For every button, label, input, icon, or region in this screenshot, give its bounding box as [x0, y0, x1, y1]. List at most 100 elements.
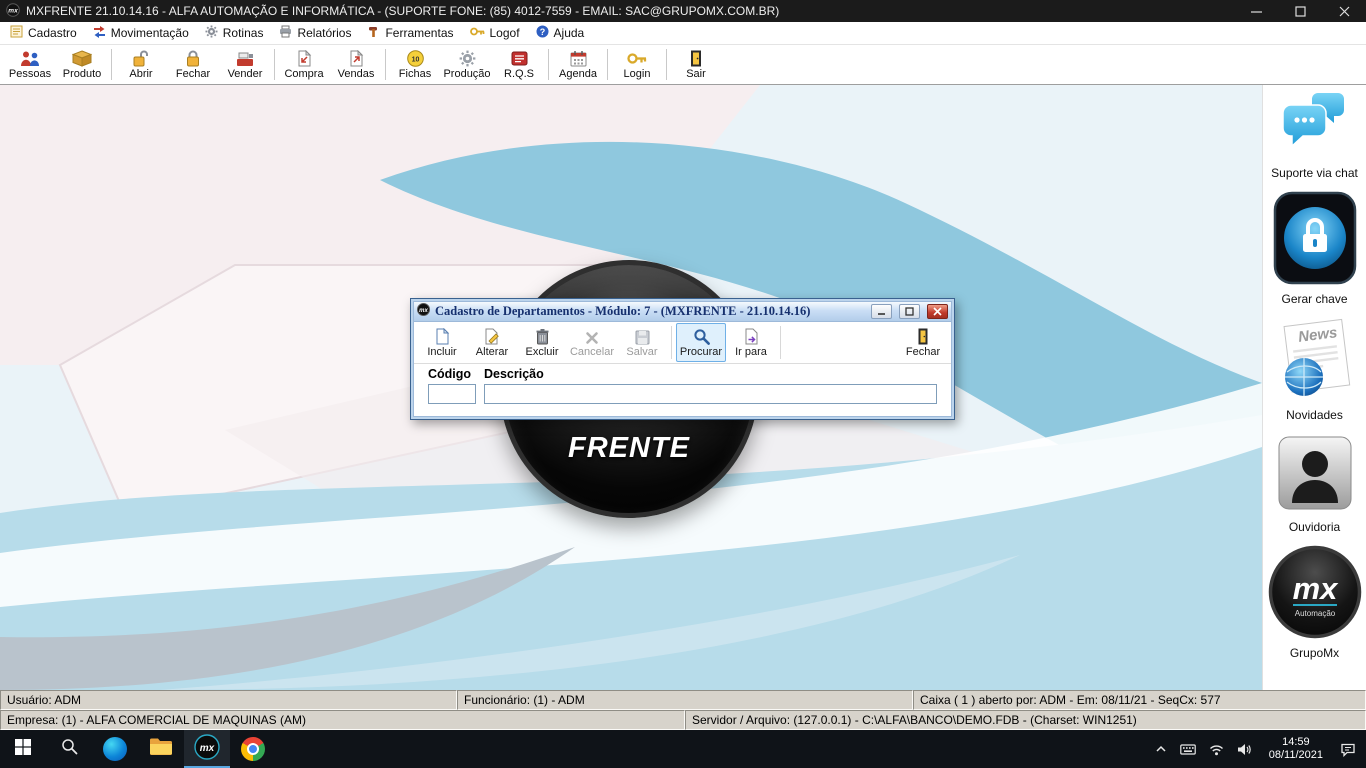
window-titlebar: mx MXFRENTE 21.10.14.16 - ALFA AUTOMAÇÃO…	[0, 0, 1366, 22]
printer-icon	[279, 25, 292, 41]
menu-item-ajuda[interactable]: ? Ajuda	[528, 22, 593, 44]
menu-item-ferramentas[interactable]: Ferramentas	[359, 22, 461, 44]
svg-text:Automação: Automação	[1294, 609, 1335, 618]
edit-pencil-icon	[484, 327, 500, 345]
sidebar-item-label: Gerar chave	[1281, 292, 1347, 306]
toolbar-button-fichas[interactable]: 10 Fichas	[389, 45, 441, 84]
svg-text:mx: mx	[200, 743, 215, 754]
goto-arrow-icon	[744, 327, 759, 345]
svg-text:mx: mx	[1292, 571, 1339, 606]
descricao-input[interactable]	[484, 384, 937, 404]
procurar-button[interactable]: Procurar	[676, 323, 726, 362]
rqs-icon	[511, 49, 528, 67]
question-icon: ?	[536, 25, 549, 41]
toolbar-button-login[interactable]: Login	[611, 45, 663, 84]
hammer-icon	[367, 25, 380, 41]
volume-icon[interactable]	[1237, 743, 1252, 756]
folder-icon	[149, 737, 173, 761]
clock-time: 14:59	[1269, 736, 1323, 749]
tray-chevron-up-icon[interactable]	[1155, 743, 1167, 755]
maximize-icon[interactable]	[1278, 0, 1322, 22]
menu-item-movimentacao[interactable]: Movimentação	[85, 22, 197, 44]
toolbar-button-abrir[interactable]: Abrir	[115, 45, 167, 84]
status-usuario: Usuário: ADM	[0, 690, 457, 710]
ir-para-button[interactable]: Ir para	[726, 323, 776, 362]
key-icon	[470, 25, 485, 41]
toolbar-button-produto[interactable]: Produto	[56, 45, 108, 84]
product-box-icon	[72, 49, 92, 67]
minimize-icon[interactable]	[1234, 0, 1278, 22]
cancel-x-icon	[585, 327, 599, 345]
sidebar-item-label: Suporte via chat	[1271, 166, 1358, 180]
toolbar-button-vender[interactable]: Vender	[219, 45, 271, 84]
toolbar-button-producao[interactable]: Produção	[441, 45, 493, 84]
exit-door-icon	[916, 327, 931, 345]
taskbar-chrome-button[interactable]	[230, 730, 276, 768]
sidebar-item-suporte-via-chat[interactable]: Suporte via chat	[1271, 89, 1358, 180]
padlock-icon	[1273, 191, 1357, 290]
toolbar-button-rqs[interactable]: R.Q.S	[493, 45, 545, 84]
toolbar-button-sair[interactable]: Sair	[670, 45, 722, 84]
person-silhouette-icon	[1275, 433, 1355, 518]
toolbar-button-agenda[interactable]: Agenda	[552, 45, 604, 84]
open-lock-icon	[132, 49, 150, 67]
alterar-button[interactable]: Alterar	[467, 323, 517, 362]
menu-item-relatorios[interactable]: Relatórios	[271, 22, 359, 44]
action-center-icon[interactable]	[1340, 742, 1356, 757]
dialog-minimize-icon[interactable]	[871, 304, 892, 319]
exit-door-icon	[688, 49, 705, 67]
menu-item-rotinas[interactable]: Rotinas	[197, 22, 272, 44]
taskbar-clock[interactable]: 14:59 08/11/2021	[1265, 736, 1327, 762]
news-globe-icon: News	[1274, 317, 1356, 406]
toolbar-button-compra[interactable]: Compra	[278, 45, 330, 84]
trash-icon	[535, 327, 550, 345]
toolbar-button-vendas[interactable]: Vendas	[330, 45, 382, 84]
window-title: MXFRENTE 21.10.14.16 - ALFA AUTOMAÇÃO E …	[26, 4, 779, 18]
menu-bar: Cadastro Movimentação Rotinas Relatórios…	[0, 22, 1366, 45]
clock-icon: 10	[407, 49, 424, 67]
network-icon[interactable]	[1209, 743, 1224, 756]
main-workspace: FRENTE Suporte via chat	[0, 85, 1366, 690]
edge-icon	[103, 737, 127, 761]
mx-logo-icon: mx Automação	[1268, 545, 1362, 644]
close-icon[interactable]	[1322, 0, 1366, 22]
touch-keyboard-icon[interactable]	[1180, 743, 1196, 756]
menu-item-logof[interactable]: Logof	[462, 22, 528, 44]
dialog-titlebar[interactable]: mx Cadastro de Departamentos - Módulo: 7…	[413, 301, 952, 322]
dialog-close-icon[interactable]	[927, 304, 948, 319]
purchase-document-icon	[296, 49, 313, 67]
incluir-button[interactable]: Incluir	[417, 323, 467, 362]
taskbar-search-button[interactable]	[46, 730, 92, 768]
cancelar-button: Cancelar	[567, 323, 617, 362]
svg-text:mx: mx	[419, 308, 428, 314]
menu-item-cadastro[interactable]: Cadastro	[2, 22, 85, 44]
excluir-button[interactable]: Excluir	[517, 323, 567, 362]
dialog-maximize-icon[interactable]	[899, 304, 920, 319]
support-sidebar: Suporte via chat Gerar chave	[1262, 85, 1366, 690]
taskbar-mxfrente-button[interactable]: mx	[184, 730, 230, 768]
sidebar-item-novidades[interactable]: News Novidades	[1274, 317, 1356, 422]
toolbar-button-fechar[interactable]: Fechar	[167, 45, 219, 84]
dialog-toolbar-spacer	[785, 323, 898, 362]
dialog-toolbar-separator	[780, 326, 781, 359]
sidebar-item-grupomx[interactable]: mx Automação GrupoMx	[1268, 545, 1362, 660]
toolbar-separator	[548, 49, 549, 80]
fechar-button[interactable]: Fechar	[898, 323, 948, 362]
statusbar-row1: Usuário: ADM Funcionário: (1) - ADM Caix…	[0, 690, 1366, 710]
search-icon	[61, 738, 78, 760]
dialog-toolbar-separator	[671, 326, 672, 359]
new-record-icon	[435, 327, 450, 345]
codigo-input[interactable]	[428, 384, 476, 404]
chrome-icon	[241, 737, 265, 761]
toolbar-button-pessoas[interactable]: Pessoas	[4, 45, 56, 84]
sidebar-item-gerar-chave[interactable]: Gerar chave	[1273, 191, 1357, 306]
arrows-icon	[93, 25, 106, 41]
clock-date: 08/11/2021	[1269, 749, 1323, 762]
status-caixa: Caixa ( 1 ) aberto por: ADM - Em: 08/11/…	[913, 690, 1366, 710]
taskbar-edge-button[interactable]	[92, 730, 138, 768]
taskbar-explorer-button[interactable]	[138, 730, 184, 768]
application-window: mx MXFRENTE 21.10.14.16 - ALFA AUTOMAÇÃO…	[0, 0, 1366, 768]
dialog-fields: Código Descrição	[414, 364, 951, 416]
start-button[interactable]	[0, 730, 46, 768]
sidebar-item-ouvidoria[interactable]: Ouvidoria	[1275, 433, 1355, 534]
